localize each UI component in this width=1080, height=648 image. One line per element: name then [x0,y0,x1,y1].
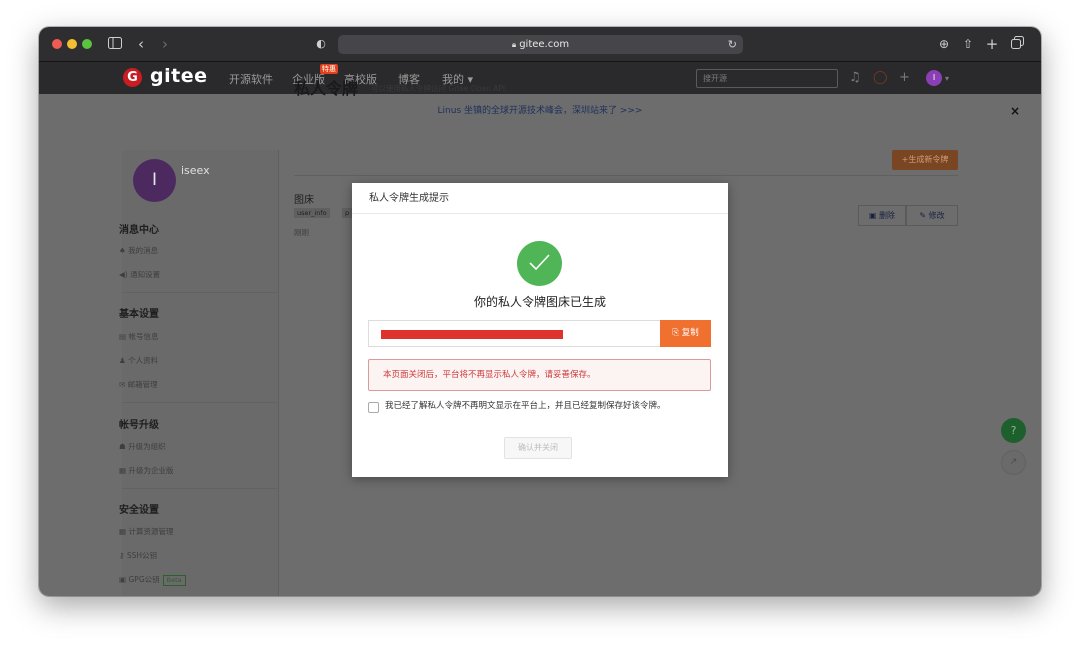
sidebar-divider [122,292,277,293]
sidebar-toggle-icon[interactable] [107,35,123,53]
sidebar-item-email[interactable]: ✉ 邮箱管理 [119,379,158,390]
gitee-logo-icon[interactable]: G [123,68,142,87]
back-icon[interactable]: ‹ [135,35,147,53]
group-icon: ☗ [119,442,129,451]
sidebar-item-compute[interactable]: ▦ 计算资源管理 [119,526,173,537]
tab-overview-icon[interactable] [1009,35,1025,53]
beta-badge: Beta [162,575,186,586]
announcement-bar: Linus 坐镇的全球开源技术峰会，深圳站来了 >>> × [39,94,1041,128]
reload-icon[interactable]: ↻ [728,35,737,54]
download-icon[interactable]: ⊕ [937,35,951,53]
announcement-link[interactable]: Linus 坐镇的全球开源技术峰会，深圳站来了 >>> [438,106,643,116]
profile-username[interactable]: iseex [181,164,210,177]
copy-icon: ⎘ [672,328,682,338]
sidebar-heading-security: 安全设置 [119,505,159,516]
sidebar-item-account-info[interactable]: ▤ 帐号信息 [119,331,158,342]
notification-bell-icon[interactable]: ♫ [849,70,861,85]
promo-badge: 特惠 [320,64,338,74]
settings-sidebar: I iseex 消息中心 ♠ 我的消息 ◀) 通知设置 基本设置 ▤ 帐号信息 … [119,150,279,596]
mail-icon: ✉ [119,380,128,389]
avatar-dropdown-icon[interactable]: ▾ [945,74,949,83]
copy-token-button[interactable]: ⎘ 复制 [660,320,711,347]
activity-icon[interactable]: ◯ [873,70,888,85]
token-name: 图床 [294,195,314,206]
site-navbar: G gitee 开源软件 企业版 特惠 高校版 博客 我的 ▾ 搜开源 ♫ ◯ … [39,62,1041,94]
modal-title: 你的私人令牌图床已生成 [473,295,606,309]
forward-icon[interactable]: › [159,35,171,53]
agree-label[interactable]: 我已经了解私人令牌不再明文显示在平台上，并且已经复制保存好该令牌。 [385,401,703,412]
url-text: gitee.com [519,39,570,50]
help-float-button[interactable]: ? [1001,418,1026,443]
sidebar-divider [122,402,277,403]
generate-token-button[interactable]: +生成新令牌 [892,150,958,170]
browser-toolbar: ‹ › ◐ 🔒︎ gitee.com ↻ ⊕ ⇧ + [39,27,1041,62]
token-created-modal: 私人令牌生成提示 你的私人令牌图床已生成 ⎘ 复制 本页面关闭后，平台将不再显示… [352,183,728,477]
title-divider [294,175,958,176]
warning-message: 本页面关闭后，平台将不再显示私人令牌，请妥善保存。 [368,359,711,391]
minimize-window-button[interactable] [67,39,77,49]
agree-checkbox[interactable] [368,402,379,413]
sidebar-heading-basic: 基本设置 [119,309,159,320]
trash-icon: ▣ [868,211,880,220]
sidebar-heading-upgrade: 帐号升级 [119,420,159,431]
new-tab-icon[interactable]: + [985,35,999,53]
sidebar-item-my-messages[interactable]: ♠ 我的消息 [119,245,158,256]
sidebar-divider [122,488,277,489]
token-scope-tag: p [342,208,353,218]
gitee-logo-text[interactable]: gitee [150,65,207,87]
sidebar-item-profile[interactable]: ♟ 个人资料 [119,355,158,366]
announcement-close-icon[interactable]: × [1010,94,1020,128]
token-created-time: 刚刚 [294,228,309,237]
zoom-window-button[interactable] [82,39,92,49]
browser-window: ‹ › ◐ 🔒︎ gitee.com ↻ ⊕ ⇧ + G gitee 开源软件 企… [39,27,1041,596]
privacy-shield-icon[interactable]: ◐ [314,35,328,53]
sidebar-heading-messages: 消息中心 [119,225,159,236]
confirm-close-button[interactable]: 确认并关闭 [504,437,572,459]
site-search-input[interactable]: 搜开源 [696,69,838,88]
lock-icon: 🔒︎ [511,40,517,49]
token-value-field[interactable] [368,320,660,347]
page-title: 私人令牌 [294,79,359,98]
close-window-button[interactable] [52,39,62,49]
nav-open-source[interactable]: 开源软件 [229,71,273,87]
sidebar-item-upgrade-enterprise[interactable]: ▦ 升级为企业版 [119,465,173,476]
bell-icon: ♠ [119,246,129,255]
external-link-icon[interactable]: ↗ [1001,450,1026,475]
key-icon: ⚷ [119,551,127,560]
person-icon: ♟ [119,356,129,365]
create-plus-icon[interactable]: + [899,70,910,85]
modal-header: 私人令牌生成提示 [352,183,728,214]
sidebar-item-ssh[interactable]: ⚷ SSH公钥 [119,550,157,561]
edit-token-button[interactable]: ✎ 修改 [906,205,958,226]
user-avatar[interactable]: I [926,70,942,86]
share-icon[interactable]: ⇧ [961,35,975,53]
sidebar-item-upgrade-org[interactable]: ☗ 升级为组织 [119,441,166,452]
sidebar-item-gpg[interactable]: ▣ GPG公钥 Beta [119,574,186,586]
delete-token-button[interactable]: ▣ 删除 [858,205,906,226]
success-check-icon [517,241,562,286]
address-bar[interactable]: 🔒︎ gitee.com ↻ [338,35,743,54]
redacted-token [381,330,563,339]
edit-icon: ✎ [919,211,929,220]
profile-avatar[interactable]: I [133,159,176,202]
speaker-icon: ◀) [119,270,131,279]
page-subtitle: 可以使用私人令牌访问 Gitee Open API [371,84,506,93]
sidebar-item-notification-settings[interactable]: ◀) 通知设置 [119,269,160,280]
token-scope-tag: user_info [294,208,330,218]
